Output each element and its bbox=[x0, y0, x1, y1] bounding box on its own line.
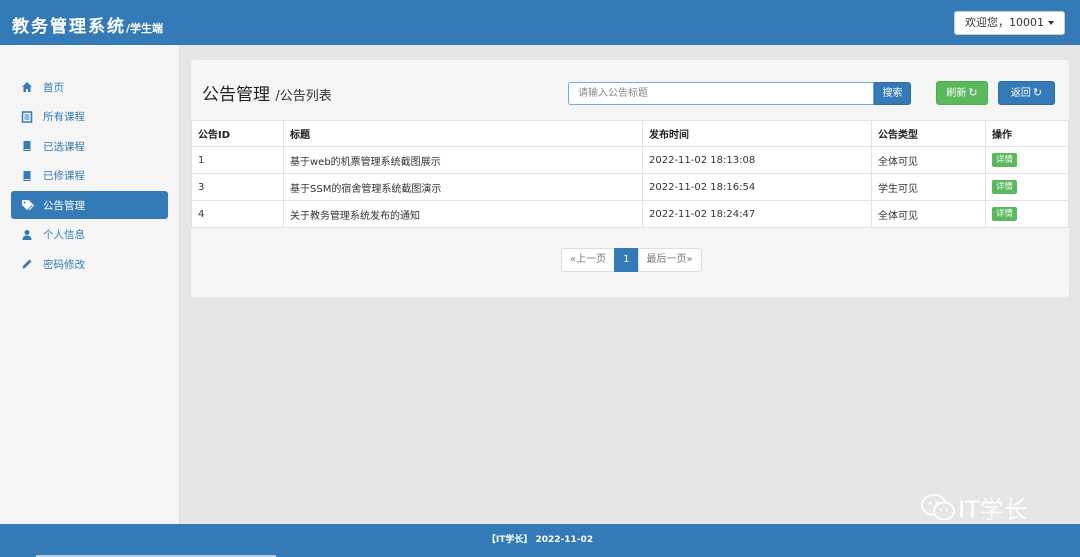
sidebar-item-completed-courses[interactable]: 已修课程 bbox=[11, 162, 168, 190]
home-icon bbox=[21, 81, 35, 93]
refresh-icon: ↻ bbox=[968, 86, 978, 99]
user-menu-button[interactable]: 欢迎您，10001 bbox=[954, 11, 1065, 35]
back-button[interactable]: 返回 ↻ bbox=[998, 81, 1055, 105]
sidebar-item-label: 首页 bbox=[43, 81, 64, 94]
caret-down-icon bbox=[1048, 21, 1054, 25]
book-icon bbox=[21, 140, 35, 152]
watermark-text: IT学长 bbox=[958, 496, 1028, 524]
sidebar-item-change-password[interactable]: 密码修改 bbox=[11, 250, 168, 278]
sidebar: 首页 所有课程 已选课程 已修课程 公告管理 个人信息 密码修改 bbox=[0, 45, 180, 524]
top-navbar: 教务管理系统/学生端 欢迎您，10001 bbox=[0, 0, 1080, 45]
refresh-button[interactable]: 刷新 ↻ bbox=[936, 81, 988, 105]
pagination-last[interactable]: 最后一页» bbox=[637, 248, 702, 272]
pagination: «上一页 1 最后一页» bbox=[561, 248, 702, 272]
sidebar-item-profile[interactable]: 个人信息 bbox=[11, 221, 168, 249]
sidebar-item-label: 所有课程 bbox=[43, 111, 85, 123]
refresh-icon: ↻ bbox=[1032, 86, 1043, 99]
sidebar-item-all-courses[interactable]: 所有课程 bbox=[11, 103, 168, 131]
announcement-panel: 公告管理 /公告列表 搜索 刷新↻ 返回↻ 公告ID 标题 发布时间 公告类型 … bbox=[191, 60, 1069, 297]
column-header-id: 公告ID bbox=[191, 120, 284, 147]
sidebar-item-label: 个人信息 bbox=[43, 229, 85, 241]
back-label: 返回 bbox=[1010, 88, 1031, 99]
cell-type: 全体可见 bbox=[871, 146, 986, 174]
footer: 【IT学长】 2022-11-02 bbox=[0, 524, 1080, 557]
detail-button[interactable]: 详情 bbox=[992, 207, 1018, 221]
column-header-title: 标题 bbox=[283, 120, 643, 147]
table-header-row: 公告ID 标题 发布时间 公告类型 操作 bbox=[191, 120, 1069, 147]
table-row: 1 基于web的机票管理系统截图展示 2022-11-02 18:13:08 全… bbox=[191, 146, 1069, 174]
wechat-icon bbox=[921, 493, 955, 520]
pagination-page-current[interactable]: 1 bbox=[614, 248, 639, 272]
sidebar-item-label: 已修课程 bbox=[43, 170, 85, 182]
footer-text: 【IT学长】 2022-11-02 bbox=[486, 535, 594, 545]
cell-id: 1 bbox=[191, 146, 284, 174]
column-header-time: 发布时间 bbox=[642, 120, 872, 147]
watermark: IT学长 bbox=[920, 490, 1028, 525]
sidebar-item-selected-courses[interactable]: 已选课程 bbox=[11, 132, 168, 160]
page-title-text: 公告管理 bbox=[202, 85, 270, 105]
tags-icon bbox=[21, 199, 35, 211]
sidebar-item-announcements[interactable]: 公告管理 bbox=[11, 191, 168, 219]
cell-time: 2022-11-02 18:24:47 bbox=[642, 200, 872, 228]
user-icon bbox=[21, 229, 35, 241]
cell-title: 关于教务管理系统发布的通知 bbox=[283, 200, 643, 228]
cell-title: 基于SSM的宿舍管理系统截图演示 bbox=[283, 173, 643, 201]
cell-time: 2022-11-02 18:13:08 bbox=[642, 146, 872, 174]
cell-action: 详情 bbox=[985, 146, 1069, 174]
announcement-table: 公告ID 标题 发布时间 公告类型 操作 1 基于web的机票管理系统截图展示 … bbox=[191, 120, 1069, 228]
book-icon bbox=[21, 170, 35, 182]
refresh-label: 刷新 bbox=[946, 88, 967, 99]
sidebar-item-label: 已选课程 bbox=[43, 140, 85, 153]
pagination-prev[interactable]: «上一页 bbox=[561, 248, 616, 272]
page-subtitle: /公告列表 bbox=[275, 89, 332, 104]
cell-id: 4 bbox=[191, 200, 284, 228]
user-greeting: 欢迎您，10001 bbox=[965, 16, 1044, 29]
table-row: 3 基于SSM的宿舍管理系统截图演示 2022-11-02 18:16:54 学… bbox=[191, 173, 1069, 201]
search-button[interactable]: 搜索 bbox=[874, 82, 911, 105]
cell-type: 全体可见 bbox=[871, 200, 986, 228]
brand-subtitle: /学生端 bbox=[126, 22, 164, 35]
cell-action: 详情 bbox=[985, 200, 1069, 228]
app-brand[interactable]: 教务管理系统/学生端 bbox=[12, 12, 163, 37]
cell-action: 详情 bbox=[985, 173, 1069, 201]
list-icon bbox=[21, 110, 35, 123]
sidebar-item-label: 公告管理 bbox=[43, 199, 85, 212]
detail-button[interactable]: 详情 bbox=[992, 153, 1018, 167]
sidebar-item-home[interactable]: 首页 bbox=[11, 73, 168, 101]
pencil-icon bbox=[21, 258, 35, 270]
cell-type: 学生可见 bbox=[871, 173, 986, 201]
column-header-type: 公告类型 bbox=[871, 120, 986, 147]
cell-time: 2022-11-02 18:16:54 bbox=[642, 173, 872, 201]
search-input[interactable] bbox=[568, 82, 874, 105]
cell-title: 基于web的机票管理系统截图展示 bbox=[283, 146, 643, 174]
sidebar-item-label: 密码修改 bbox=[43, 258, 85, 271]
column-header-action: 操作 bbox=[985, 120, 1069, 147]
cell-id: 3 bbox=[191, 173, 284, 201]
detail-button[interactable]: 详情 bbox=[992, 180, 1018, 194]
brand-title: 教务管理系统 bbox=[12, 17, 126, 37]
table-row: 4 关于教务管理系统发布的通知 2022-11-02 18:24:47 全体可见… bbox=[191, 200, 1069, 228]
page-title: 公告管理 /公告列表 bbox=[202, 80, 332, 105]
